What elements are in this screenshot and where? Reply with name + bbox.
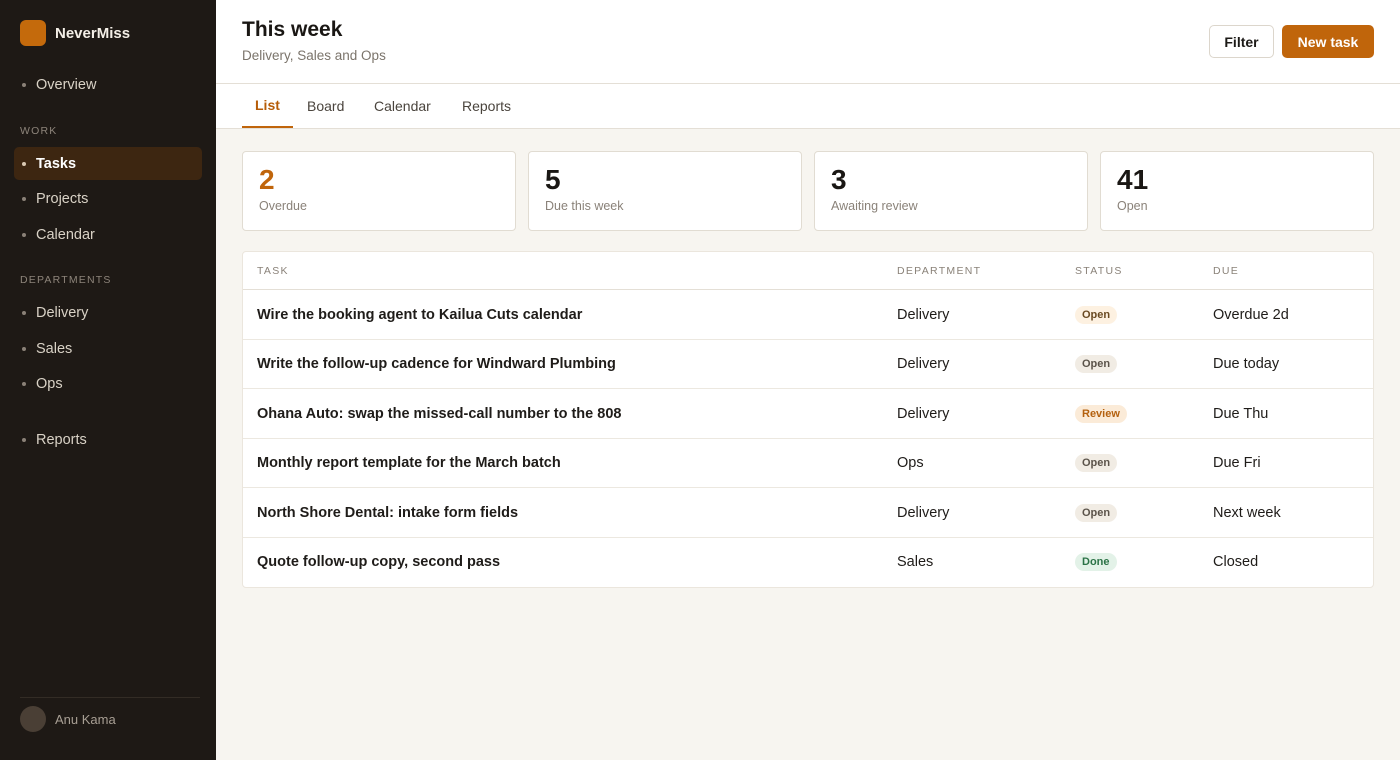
bullet-icon [22,346,26,351]
sidebar-item-label: Ops [36,375,63,392]
table-row[interactable]: Wire the booking agent to Kailua Cuts ca… [243,290,1373,340]
page-subtitle: Delivery, Sales and Ops [242,48,386,63]
task-name: Ohana Auto: swap the missed-call number … [257,405,622,422]
status-badge: Open [1075,454,1118,472]
new-task-button[interactable]: New task [1282,25,1374,58]
page-header: This week Delivery, Sales and Ops Filter… [216,0,1400,84]
sidebar: NeverMiss Overview WORK Tasks Projects C… [0,0,216,760]
stat-label: Due this week [545,199,624,213]
bullet-icon [22,381,26,386]
task-name: Quote follow-up copy, second pass [257,554,501,570]
status-badge: Review [1075,404,1127,423]
sidebar-item-overview[interactable]: Overview [14,68,202,101]
brand[interactable]: NeverMiss [20,20,130,46]
stat-card-overdue[interactable]: 2 Overdue [242,151,516,231]
table-row[interactable]: North Shore Dental: intake form fields D… [243,488,1373,538]
brand-name: NeverMiss [55,24,131,42]
divider [20,697,200,698]
sidebar-item-label: Delivery [36,304,89,321]
task-department: Sales [897,554,934,570]
sidebar-item-label: Calendar [36,226,95,243]
task-name: Wire the booking agent to Kailua Cuts ca… [257,306,583,323]
stat-label: Overdue [259,199,307,213]
stat-card-open[interactable]: 41 Open [1100,151,1374,231]
filter-button[interactable]: Filter [1209,25,1274,58]
section-label-departments: DEPARTMENTS [20,274,112,286]
bullet-icon [22,82,26,87]
stat-value: 5 [545,164,561,195]
column-header-due[interactable]: DUE [1213,265,1239,277]
avatar [20,706,46,732]
task-due: Due Thu [1213,405,1269,422]
sidebar-item-label: Overview [36,76,97,93]
task-due: Overdue 2d [1213,306,1289,323]
bullet-icon [22,310,26,315]
sidebar-item-delivery[interactable]: Delivery [14,296,202,329]
task-due: Next week [1213,504,1281,521]
column-header-task[interactable]: TASK [257,265,289,277]
stat-label: Awaiting review [831,199,918,213]
task-due: Closed [1213,554,1259,570]
sidebar-item-ops[interactable]: Ops [14,367,202,400]
bullet-icon [22,196,26,201]
tab-list[interactable]: List [242,84,293,128]
task-name: Monthly report template for the March ba… [257,455,561,471]
bullet-icon [22,161,26,166]
sidebar-item-label: Sales [36,340,73,357]
column-header-department[interactable]: DEPARTMENT [897,265,981,277]
status-badge: Done [1075,553,1117,571]
task-table: TASK DEPARTMENT STATUS DUE Wire the book… [242,251,1374,588]
section-label-work: WORK [20,125,58,137]
page-title: This week [242,18,343,41]
tab-reports[interactable]: Reports [462,84,511,128]
user-profile[interactable]: Anu Kama [20,706,116,732]
table-row[interactable]: Monthly report template for the March ba… [243,439,1373,488]
table-row[interactable]: Ohana Auto: swap the missed-call number … [243,389,1373,439]
table-header: TASK DEPARTMENT STATUS DUE [243,252,1373,290]
sidebar-item-projects[interactable]: Projects [14,182,202,215]
sidebar-item-tasks[interactable]: Tasks [14,147,202,180]
sidebar-item-label: Reports [36,431,87,448]
task-department: Delivery [897,356,950,372]
sidebar-item-sales[interactable]: Sales [14,332,202,365]
status-badge: Open [1075,305,1118,324]
stat-value: 41 [1117,164,1149,195]
bullet-icon [22,232,26,237]
task-due: Due Fri [1213,455,1261,471]
stat-value: 2 [259,164,275,195]
sidebar-item-calendar[interactable]: Calendar [14,218,202,251]
sidebar-item-label: Projects [36,190,89,207]
task-name: Write the follow-up cadence for Windward… [257,356,616,372]
bullet-icon [22,437,26,442]
sidebar-item-label: Tasks [36,155,77,172]
task-department: Delivery [897,306,950,323]
task-department: Delivery [897,405,950,422]
task-department: Delivery [897,504,950,521]
table-row[interactable]: Quote follow-up copy, second pass Sales … [243,538,1373,588]
status-badge: Open [1075,503,1118,522]
tab-calendar[interactable]: Calendar [374,84,431,128]
tab-board[interactable]: Board [307,84,344,128]
table-row[interactable]: Write the follow-up cadence for Windward… [243,340,1373,389]
task-due: Due today [1213,356,1280,372]
main-content: This week Delivery, Sales and Ops Filter… [216,0,1400,760]
status-badge: Open [1075,355,1118,373]
task-name: North Shore Dental: intake form fields [257,504,519,521]
task-department: Ops [897,455,924,471]
stat-label: Open [1117,199,1148,213]
user-name: Anu Kama [55,711,116,727]
stat-card-due-this-week[interactable]: 5 Due this week [528,151,802,231]
stat-card-awaiting-review[interactable]: 3 Awaiting review [814,151,1088,231]
brand-logo-icon [20,20,46,46]
view-tabs: List Board Calendar Reports [216,84,1400,129]
sidebar-item-reports[interactable]: Reports [14,423,202,456]
column-header-status[interactable]: STATUS [1075,265,1123,277]
stat-value: 3 [831,164,847,195]
